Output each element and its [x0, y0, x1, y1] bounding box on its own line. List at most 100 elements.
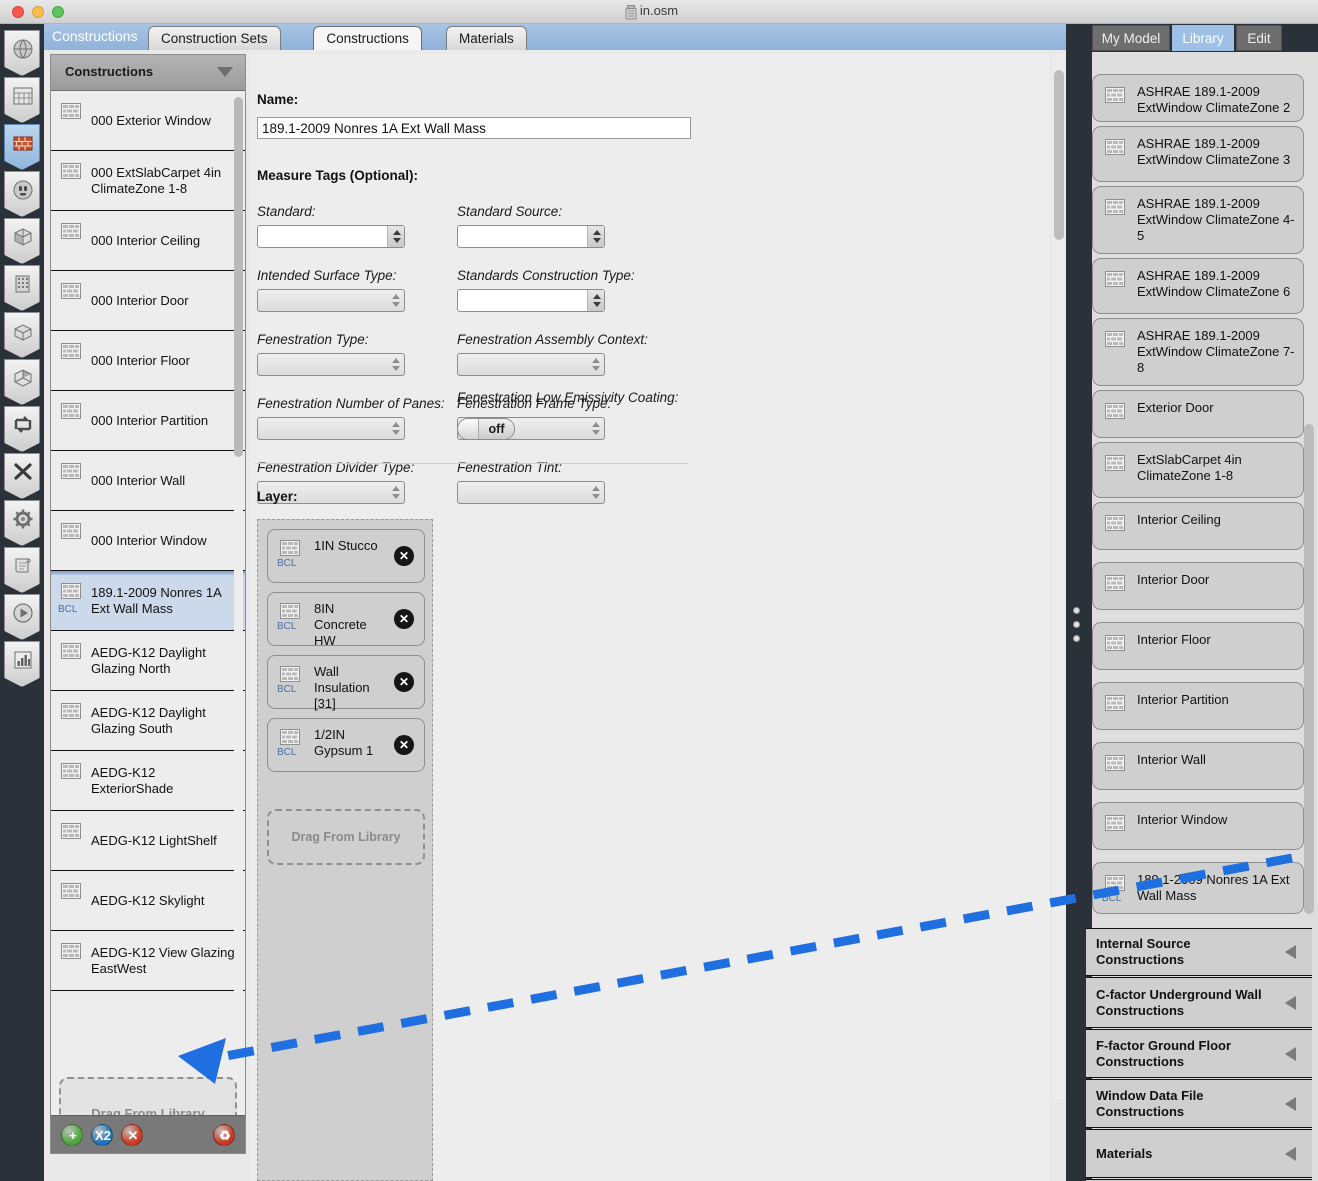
tab-constructions[interactable]: Constructions — [313, 26, 422, 50]
chevron-down-icon[interactable] — [217, 67, 233, 77]
add-button[interactable]: + — [61, 1124, 83, 1146]
rail-button-loads[interactable] — [4, 171, 40, 217]
layer-card[interactable]: BCL 1/2IN Gypsum 1 ✕ — [267, 718, 425, 772]
library-item[interactable]: ASHRAE 189.1-2009 ExtWindow ClimateZone … — [1092, 74, 1304, 122]
construction-brick-icon — [1105, 271, 1125, 287]
rail-button-thermal-zones[interactable] — [4, 359, 40, 405]
library-item[interactable]: Interior Floor — [1092, 622, 1304, 670]
library-item[interactable]: Interior Door — [1092, 562, 1304, 610]
rail-button-facility[interactable] — [4, 265, 40, 311]
library-section-label: Materials — [1096, 1145, 1153, 1161]
remove-layer-button[interactable]: ✕ — [394, 546, 414, 566]
library-section-header[interactable]: Window Data File Constructions — [1086, 1079, 1312, 1128]
layer-label: Layer: — [257, 489, 298, 504]
library-item[interactable]: Interior Ceiling — [1092, 502, 1304, 550]
name-label: Name: — [257, 92, 299, 107]
list-item[interactable]: 000 Interior Window — [51, 511, 245, 571]
rail-button-hvac-systems[interactable] — [4, 406, 40, 452]
field-label: Standard: — [257, 204, 316, 219]
purge-button-glyph: ♻ — [219, 1128, 231, 1143]
remove-button[interactable]: ✕ — [121, 1124, 143, 1146]
list-item[interactable]: 000 Interior Wall — [51, 451, 245, 511]
library-section-header[interactable]: Internal Source Constructions — [1086, 928, 1312, 976]
layer-drop-zone[interactable]: Drag From Library — [267, 809, 425, 865]
caret-left-icon[interactable] — [1285, 1046, 1296, 1061]
spinner-icon — [387, 482, 404, 503]
spinner-icon[interactable] — [587, 226, 604, 247]
rail-button-spaces[interactable] — [4, 312, 40, 358]
spinner-icon[interactable] — [387, 226, 404, 247]
library-item[interactable]: Exterior Door — [1092, 390, 1304, 438]
tab-construction-sets[interactable]: Construction Sets — [148, 26, 281, 50]
remove-layer-button[interactable]: ✕ — [394, 735, 414, 755]
layer-card[interactable]: BCL 1IN Stucco ✕ — [267, 529, 425, 583]
editor-scrollbar-thumb[interactable] — [1054, 70, 1064, 240]
list-item[interactable]: 000 Exterior Window — [51, 91, 245, 151]
list-item[interactable]: 000 Interior Door — [51, 271, 245, 331]
list-item[interactable]: 000 ExtSlabCarpet 4in ClimateZone 1-8 — [51, 151, 245, 211]
remove-layer-button[interactable]: ✕ — [394, 609, 414, 629]
library-item[interactable]: ASHRAE 189.1-2009 ExtWindow ClimateZone … — [1092, 318, 1304, 386]
low-emissivity-toggle[interactable]: off — [457, 418, 515, 440]
panel-splitter[interactable] — [1066, 24, 1086, 1181]
construction-brick-icon — [61, 763, 81, 779]
list-item-selected[interactable]: BCL 189.1-2009 Nonres 1A Ext Wall Mass — [51, 571, 245, 631]
list-header[interactable]: Constructions — [51, 55, 245, 91]
rail-button-scripts[interactable] — [4, 547, 40, 593]
library-item[interactable]: Interior Wall — [1092, 742, 1304, 790]
combo-box[interactable] — [457, 289, 605, 312]
library-section-header[interactable]: C-factor Underground Wall Constructions — [1086, 977, 1312, 1028]
list-item[interactable]: AEDG-K12 Skylight — [51, 871, 245, 931]
library-item[interactable]: ASHRAE 189.1-2009 ExtWindow ClimateZone … — [1092, 258, 1304, 314]
library-item[interactable]: ASHRAE 189.1-2009 ExtWindow ClimateZone … — [1092, 126, 1304, 182]
combo-box[interactable] — [257, 225, 405, 248]
library-scrollbar-thumb[interactable] — [1304, 424, 1314, 914]
layer-card[interactable]: BCL Wall Insulation [31] ✕ — [267, 655, 425, 711]
tab-materials[interactable]: Materials — [446, 26, 527, 50]
list-item[interactable]: 000 Interior Floor — [51, 331, 245, 391]
library-item[interactable]: Interior Window — [1092, 802, 1304, 850]
rail-button-space-types[interactable] — [4, 218, 40, 264]
construction-brick-icon — [1105, 515, 1125, 531]
spinner-icon[interactable] — [587, 290, 604, 311]
constructions-list[interactable]: 000 Exterior Window 000 ExtSlabCarpet 4in… — [51, 91, 245, 1077]
caret-left-icon[interactable] — [1285, 1146, 1296, 1161]
caret-left-icon[interactable] — [1285, 995, 1296, 1010]
spinner-icon — [387, 290, 404, 311]
rail-button-schedules[interactable] — [4, 77, 40, 123]
name-input[interactable]: 189.1-2009 Nonres 1A Ext Wall Mass — [257, 117, 691, 139]
purge-button[interactable]: ♻ — [213, 1124, 235, 1146]
library-item[interactable]: ASHRAE 189.1-2009 ExtWindow ClimateZone … — [1092, 186, 1304, 254]
library-item[interactable]: ExtSlabCarpet 4in ClimateZone 1-8 — [1092, 442, 1304, 498]
list-item[interactable]: AEDG-K12 View Glazing EastWest — [51, 931, 245, 991]
list-item[interactable]: AEDG-K12 Daylight Glazing North — [51, 631, 245, 691]
library-tab-library[interactable]: Library — [1172, 25, 1234, 51]
library-section-header[interactable]: Materials — [1086, 1129, 1312, 1178]
list-item[interactable]: AEDG-K12 ExteriorShade — [51, 751, 245, 811]
list-item[interactable]: 000 Interior Ceiling — [51, 211, 245, 271]
caret-left-icon[interactable] — [1285, 945, 1296, 959]
list-item[interactable]: AEDG-K12 Daylight Glazing South — [51, 691, 245, 751]
library-item[interactable]: Interior Partition — [1092, 682, 1304, 730]
list-scrollbar-thumb[interactable] — [234, 97, 243, 457]
library-tab-my-model[interactable]: My Model — [1092, 25, 1170, 51]
rail-button-results[interactable] — [4, 641, 40, 687]
library-tab-edit[interactable]: Edit — [1236, 25, 1282, 51]
layer-card[interactable]: BCL 8IN Concrete HW ✕ — [267, 592, 425, 648]
rail-button-site[interactable] — [4, 30, 40, 76]
combo-box[interactable] — [457, 225, 605, 248]
library-item-label: Interior Wall — [1137, 752, 1206, 767]
duplicate-button[interactable]: X2 — [91, 1124, 113, 1146]
list-item[interactable]: AEDG-K12 LightShelf — [51, 811, 245, 871]
library-section-header[interactable]: F-factor Ground Floor Constructions — [1086, 1029, 1312, 1078]
rail-button-run-simulation[interactable] — [4, 594, 40, 640]
rail-button-variables[interactable] — [4, 500, 40, 546]
library-item[interactable]: BCL 189.1-2009 Nonres 1A Ext Wall Mass — [1092, 862, 1304, 914]
construction-brick-icon — [280, 603, 300, 619]
remove-layer-button[interactable]: ✕ — [394, 672, 414, 692]
rail-button-measures[interactable] — [4, 453, 40, 499]
rail-button-constructions[interactable] — [4, 124, 40, 170]
list-item[interactable]: 000 Interior Partition — [51, 391, 245, 451]
caret-left-icon[interactable] — [1285, 1096, 1296, 1111]
library-list[interactable]: ASHRAE 189.1-2009 ExtWindow ClimateZone … — [1086, 52, 1318, 1181]
